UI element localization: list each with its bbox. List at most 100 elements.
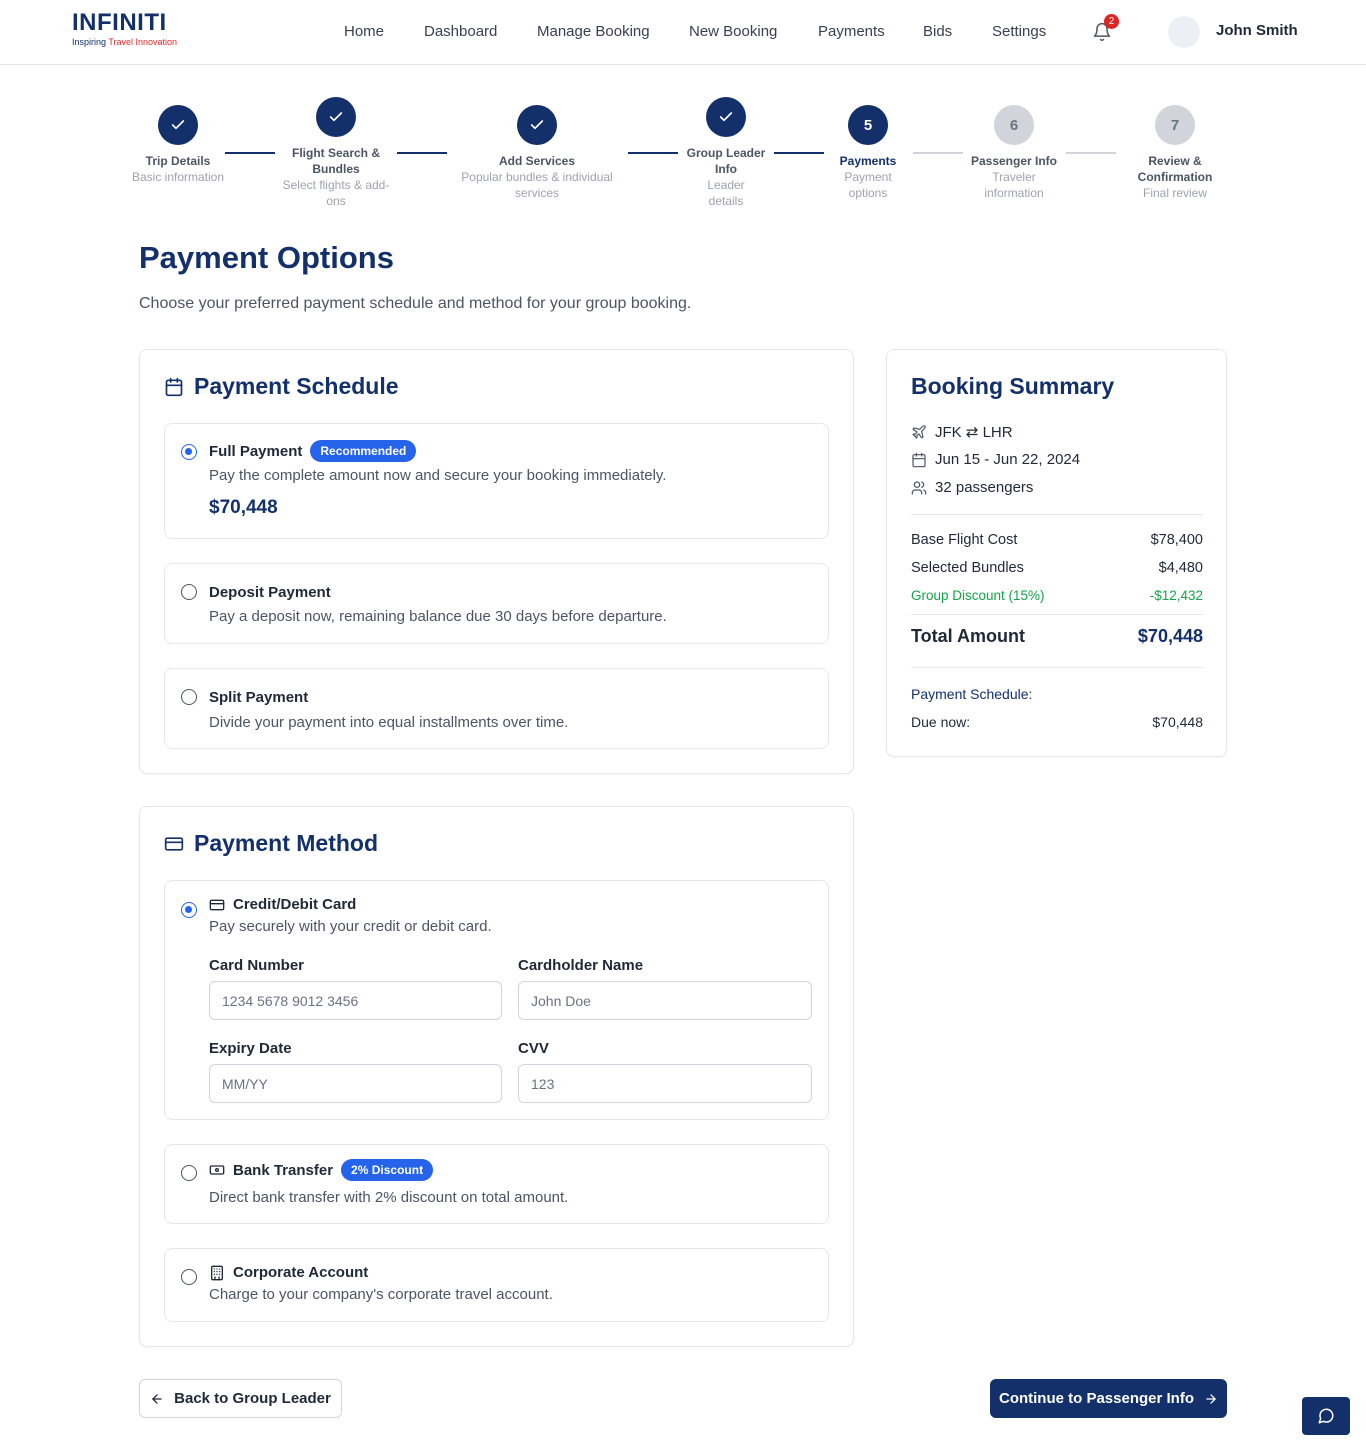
- step-2-check[interactable]: [316, 97, 356, 137]
- step-subtitle: Final review: [1142, 186, 1208, 200]
- page-subtitle: Choose your preferred payment schedule a…: [139, 295, 692, 312]
- chat-icon: [1318, 1408, 1334, 1424]
- full-payment-radio[interactable]: [181, 444, 197, 460]
- nav-settings[interactable]: Settings: [992, 23, 1046, 40]
- booking-summary-heading: Booking Summary: [911, 373, 1115, 399]
- divider: [911, 514, 1203, 515]
- brand-name: INFINITI: [72, 9, 167, 36]
- due-label: Due now:: [911, 714, 971, 730]
- schedule-label: Payment Schedule:: [911, 686, 1033, 702]
- expiry-date-input[interactable]: [209, 1064, 502, 1103]
- schedule-option-deposit[interactable]: Deposit Payment Pay a deposit now, remai…: [164, 563, 829, 644]
- card-number-input[interactable]: [209, 981, 502, 1020]
- recommended-badge: Recommended: [310, 440, 417, 462]
- step-5-number[interactable]: 5: [848, 105, 888, 145]
- step-1-check[interactable]: [158, 105, 198, 145]
- step-7-label: Review & Confirmation Final review: [1125, 153, 1225, 201]
- bundles-label: Selected Bundles: [911, 560, 1024, 576]
- step-7-number[interactable]: 7: [1155, 105, 1195, 145]
- option-label: Credit/Debit Card: [233, 896, 357, 913]
- step-title: Review & Confirmation: [1137, 154, 1213, 184]
- split-payment-radio[interactable]: [181, 689, 197, 705]
- corporate-account-radio[interactable]: [181, 1269, 197, 1285]
- option-label: Bank Transfer: [233, 1161, 334, 1179]
- cardholder-name-label: Cardholder Name: [518, 957, 644, 974]
- credit-card-icon: [164, 836, 184, 851]
- chat-button[interactable]: [1302, 1397, 1350, 1435]
- banknote-icon: [209, 1165, 225, 1175]
- notification-badge: 2: [1104, 14, 1119, 29]
- method-option-card[interactable]: Credit/Debit Card Pay securely with your…: [164, 880, 829, 1120]
- step-connector: [397, 152, 447, 154]
- method-option-corporate[interactable]: Corporate Account Charge to your company…: [164, 1248, 829, 1322]
- payment-schedule-row: Payment Schedule:: [911, 686, 1203, 702]
- deposit-payment-radio[interactable]: [181, 584, 197, 600]
- continue-button-label: Continue to Passenger Info: [998, 1390, 1194, 1407]
- card-radio[interactable]: [181, 902, 197, 918]
- step-subtitle: Popular bundles & individual services: [461, 170, 613, 200]
- option-title: Corporate Account: [209, 1264, 368, 1281]
- discount-row: Group Discount (15%) -$12,432: [911, 588, 1203, 603]
- schedule-option-full[interactable]: Full Payment Recommended Pay the complet…: [164, 423, 829, 539]
- check-icon: [329, 112, 343, 122]
- option-description: Divide your payment into equal installme…: [209, 714, 569, 731]
- nav-home[interactable]: Home: [344, 23, 384, 40]
- step-title: Passenger Info: [970, 154, 1058, 168]
- step-connector: [1066, 152, 1116, 154]
- user-name[interactable]: John Smith: [1216, 22, 1298, 39]
- option-label: Corporate Account: [233, 1264, 369, 1281]
- plane-icon: [912, 425, 926, 439]
- step-6-label: Passenger Info Traveler information: [964, 153, 1064, 201]
- card-number-label: Card Number: [209, 957, 305, 974]
- step-title: Add Services: [498, 154, 576, 168]
- due-value: $70,448: [1152, 714, 1203, 730]
- continue-button[interactable]: Continue to Passenger Info: [990, 1379, 1227, 1418]
- step-title: Group Leader Info: [686, 146, 766, 176]
- option-description: Pay securely with your credit or debit c…: [209, 918, 492, 935]
- section-title: Payment Method: [194, 830, 379, 856]
- option-description: Direct bank transfer with 2% discount on…: [209, 1189, 569, 1206]
- method-option-bank[interactable]: Bank Transfer 2% Discount Direct bank tr…: [164, 1144, 829, 1224]
- cardholder-name-input[interactable]: [518, 981, 812, 1020]
- total-row: Total Amount $70,448: [911, 626, 1203, 647]
- option-description: Pay the complete amount now and secure y…: [209, 467, 667, 484]
- avatar[interactable]: [1168, 16, 1200, 48]
- page-title: Payment Options: [139, 240, 394, 275]
- option-title: Credit/Debit Card: [209, 896, 356, 913]
- cvv-label: CVV: [518, 1040, 549, 1057]
- back-button[interactable]: Back to Group Leader: [139, 1379, 342, 1418]
- bank-transfer-radio[interactable]: [181, 1165, 197, 1181]
- schedule-option-split[interactable]: Split Payment Divide your payment into e…: [164, 668, 829, 749]
- payment-method-card: Payment Method Credit/Debit Card Pay sec…: [139, 806, 854, 1347]
- step-title: Trip Details: [145, 154, 211, 168]
- check-icon: [719, 112, 733, 122]
- expiry-date-label: Expiry Date: [209, 1040, 292, 1057]
- option-label: Deposit Payment: [209, 584, 331, 601]
- section-title: Payment Schedule: [194, 373, 399, 399]
- step-subtitle: Leader details: [707, 178, 745, 208]
- booking-summary-card: Booking Summary JFK ⇄ LHR Jun 15 - Jun 2…: [886, 349, 1227, 757]
- nav-manage-booking[interactable]: Manage Booking: [537, 23, 650, 40]
- users-icon: [911, 480, 927, 495]
- nav-new-booking[interactable]: New Booking: [689, 23, 777, 40]
- step-3-check[interactable]: [517, 105, 557, 145]
- step-6-number[interactable]: 6: [994, 105, 1034, 145]
- nav-dashboard[interactable]: Dashboard: [424, 23, 497, 40]
- nav-payments[interactable]: Payments: [818, 23, 885, 40]
- full-payment-amount: $70,448: [209, 497, 278, 518]
- option-label: Split Payment: [209, 689, 309, 706]
- step-title: Payments: [839, 154, 897, 168]
- total-label: Total Amount: [911, 626, 1025, 646]
- total-value: $70,448: [1137, 626, 1203, 646]
- step-connector: [225, 152, 275, 154]
- route-text: JFK ⇄ LHR: [935, 424, 1013, 441]
- cvv-input[interactable]: [518, 1064, 812, 1103]
- nav-bids[interactable]: Bids: [923, 23, 952, 40]
- step-connector: [774, 152, 824, 154]
- brand-logo[interactable]: INFINITI Inspiring Travel Innovation: [72, 10, 177, 48]
- step-4-check[interactable]: [706, 97, 746, 137]
- step-3-label: Add Services Popular bundles & individua…: [452, 153, 622, 201]
- base-cost-label: Base Flight Cost: [911, 532, 1018, 548]
- step-subtitle: Basic information: [131, 170, 225, 184]
- option-label: Full Payment: [209, 442, 303, 460]
